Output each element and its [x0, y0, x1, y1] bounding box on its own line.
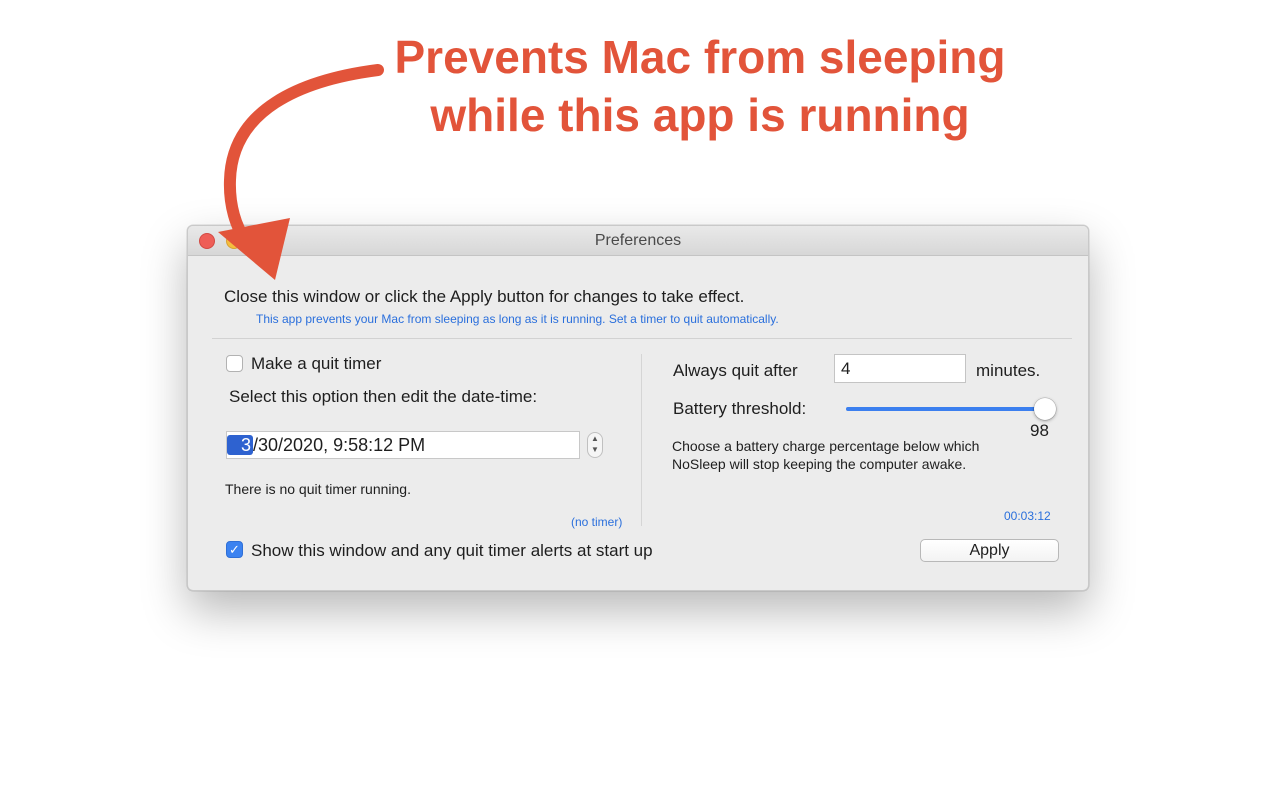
checkmark-icon: ✓ — [229, 542, 240, 557]
header-divider — [212, 338, 1072, 339]
datetime-month-segment[interactable]: 3 — [227, 435, 254, 455]
datetime-rest[interactable]: /30/2020, 9:58:12 PM — [253, 435, 425, 455]
promo-headline: Prevents Mac from sleeping while this ap… — [360, 28, 1040, 144]
title-bar[interactable]: Preferences — [188, 226, 1088, 256]
elapsed-time: 00:03:12 — [1004, 509, 1051, 523]
column-divider — [641, 354, 642, 526]
timer-indicator: (no timer) — [571, 515, 623, 529]
datetime-field[interactable]: 3/30/2020, 9:58:12 PM — [226, 431, 580, 459]
battery-note-line-1: Choose a battery charge percentage below… — [672, 438, 980, 454]
chevron-down-icon[interactable]: ▼ — [588, 444, 602, 455]
chevron-up-icon[interactable]: ▲ — [588, 433, 602, 444]
preferences-window: Preferences Close this window or click t… — [187, 225, 1089, 591]
select-option-label: Select this option then edit the date-ti… — [229, 387, 538, 406]
show-at-startup-label[interactable]: Show this window and any quit timer aler… — [251, 541, 653, 561]
battery-threshold-label: Battery threshold: — [673, 399, 807, 418]
quit-timer-label[interactable]: Make a quit timer — [251, 354, 381, 374]
instruction-text: Close this window or click the Apply but… — [224, 287, 745, 306]
slider-fill — [846, 407, 1045, 411]
show-at-startup-checkbox[interactable]: ✓ — [226, 541, 243, 558]
window-title: Preferences — [594, 232, 682, 249]
always-quit-label: Always quit after — [673, 361, 798, 380]
battery-threshold-value: 98 — [1030, 421, 1049, 440]
minutes-unit-label: minutes. — [976, 361, 1041, 380]
description-text: This app prevents your Mac from sleeping… — [256, 312, 779, 326]
apply-button[interactable]: Apply — [920, 539, 1059, 562]
datetime-stepper[interactable]: ▲ ▼ — [587, 432, 603, 458]
arrow-curve — [223, 64, 384, 246]
quit-timer-status: There is no quit timer running. — [225, 481, 411, 497]
promo-line-2: while this app is running — [430, 89, 970, 141]
minutes-input[interactable]: 4 — [834, 354, 966, 383]
slider-knob[interactable] — [1034, 398, 1056, 420]
promo-line-1: Prevents Mac from sleeping — [394, 31, 1006, 83]
quit-timer-checkbox[interactable] — [226, 355, 243, 372]
battery-note-line-2: NoSleep will stop keeping the computer a… — [672, 456, 967, 472]
battery-threshold-slider[interactable] — [846, 398, 1056, 420]
